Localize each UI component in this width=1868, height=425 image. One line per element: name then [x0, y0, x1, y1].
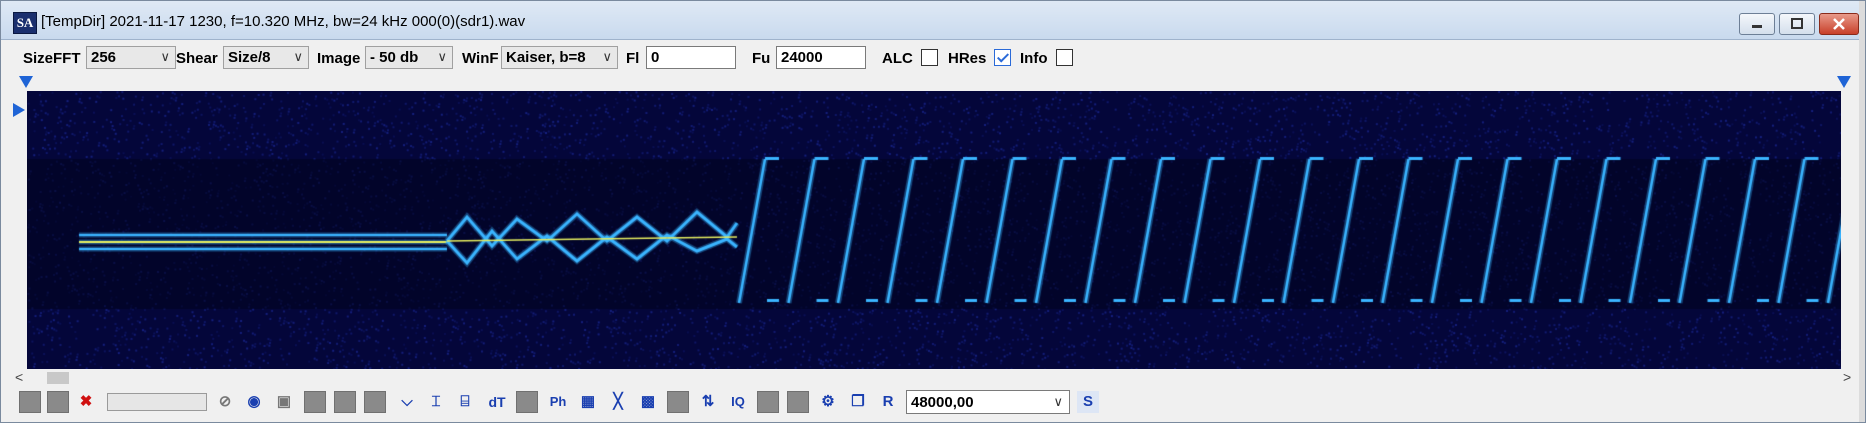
close-icon [1820, 14, 1858, 34]
spectrogram-area [11, 75, 1853, 371]
image-label: Image [317, 50, 361, 67]
hres-checkbox[interactable] [994, 49, 1011, 66]
winf-value: Kaiser, b=8 [506, 49, 586, 66]
info-label: Info [1020, 50, 1048, 67]
tool-icon[interactable] [364, 391, 386, 413]
scroll-right-icon[interactable]: > [1843, 369, 1851, 385]
bottom-toolbar: ✖ ⊘ ◉ ▣ ⌵ ⌶ ⌸ dT Ph ▦ ╳ ▩ ⇅ IQ ⚙ ❐ R 480… [11, 387, 1861, 417]
sizefft-label: SizeFFT [23, 50, 81, 67]
sample-rate-select[interactable]: 48000,00 ∨ [906, 390, 1070, 414]
shear-label: Shear [176, 50, 218, 67]
shear-value: Size/8 [228, 49, 271, 66]
resize-grip[interactable] [1859, 1, 1865, 422]
tool-icon[interactable] [787, 391, 809, 413]
restore-icon [1780, 14, 1814, 34]
alc-checkbox[interactable] [921, 49, 938, 66]
chevron-down-icon: ∨ [437, 49, 447, 64]
fu-label: Fu [752, 50, 771, 67]
delta-time-button[interactable]: dT [486, 391, 508, 413]
fl-label: Fl [626, 50, 640, 67]
tool-icon[interactable] [19, 391, 41, 413]
chevron-down-icon: ∨ [293, 49, 303, 64]
alc-label: ALC [882, 50, 913, 67]
speaker-icon[interactable]: ◉ [243, 391, 265, 413]
marker-down-icon[interactable]: ⌶ [425, 391, 447, 413]
image-select[interactable]: - 50 db ∨ [365, 46, 453, 69]
app-icon: SA [13, 12, 37, 34]
swap-icon[interactable]: ⇅ [697, 391, 719, 413]
marker-both-icon[interactable]: ⌸ [454, 391, 476, 413]
sizefft-select[interactable]: 256 ∨ [86, 46, 176, 69]
fl-input[interactable]: 0 [646, 46, 736, 69]
tool-icon[interactable] [304, 391, 326, 413]
tool-icon[interactable] [334, 391, 356, 413]
tool-icon[interactable] [516, 391, 538, 413]
cross-icon[interactable]: ╳ [607, 391, 629, 413]
progress-bar [107, 393, 207, 411]
s-button[interactable]: S [1077, 391, 1099, 413]
chevron-down-icon: ∨ [160, 49, 170, 64]
horizontal-scrollbar[interactable]: < > [11, 369, 1856, 385]
scroll-left-icon[interactable]: < [15, 369, 23, 385]
grid-icon[interactable]: ▩ [637, 391, 659, 413]
winf-label: WinF [462, 50, 499, 67]
r-button[interactable]: R [877, 391, 899, 413]
maximize-button[interactable] [1779, 13, 1815, 35]
tool-icon[interactable] [757, 391, 779, 413]
stop-icon[interactable]: ⊘ [214, 391, 236, 413]
minimize-icon [1740, 14, 1774, 34]
settings-toolbar: SizeFFT 256 ∨ Shear Size/8 ∨ Image - 50 … [11, 43, 1861, 73]
hres-label: HRes [948, 50, 987, 67]
sample-rate-value: 48000,00 [911, 394, 974, 411]
bars-icon[interactable]: ▦ [577, 391, 599, 413]
marker-up-icon[interactable]: ⌵ [396, 391, 418, 413]
iq-button[interactable]: IQ [727, 391, 749, 413]
frame-icon[interactable]: ▣ [273, 391, 295, 413]
fu-input[interactable]: 24000 [776, 46, 866, 69]
winf-select[interactable]: Kaiser, b=8 ∨ [501, 46, 618, 69]
shear-select[interactable]: Size/8 ∨ [223, 46, 309, 69]
chevron-down-icon: ∨ [602, 49, 612, 64]
window-title: [TempDir] 2021-11-17 1230, f=10.320 MHz,… [41, 13, 526, 30]
copy-icon[interactable]: ❐ [847, 391, 869, 413]
left-frequency-marker[interactable] [19, 76, 33, 88]
scroll-thumb[interactable] [47, 372, 69, 384]
title-bar[interactable]: SA [TempDir] 2021-11-17 1230, f=10.320 M… [1, 1, 1865, 40]
right-frequency-marker[interactable] [1837, 76, 1851, 88]
sizefft-value: 256 [91, 49, 117, 66]
chevron-down-icon: ∨ [1053, 394, 1063, 409]
tool-icon[interactable] [667, 391, 689, 413]
image-value: - 50 db [370, 49, 419, 66]
tool-icon[interactable] [47, 391, 69, 413]
close-button[interactable] [1819, 13, 1859, 35]
spectrogram-canvas[interactable] [27, 91, 1841, 369]
phase-button[interactable]: Ph [547, 391, 569, 413]
info-checkbox[interactable] [1056, 49, 1073, 66]
delete-icon[interactable]: ✖ [75, 391, 97, 413]
minimize-button[interactable] [1739, 13, 1775, 35]
spectrum-analyzer-window: SA [TempDir] 2021-11-17 1230, f=10.320 M… [0, 0, 1866, 423]
time-marker[interactable] [13, 103, 25, 117]
settings-icon[interactable]: ⚙ [817, 391, 839, 413]
